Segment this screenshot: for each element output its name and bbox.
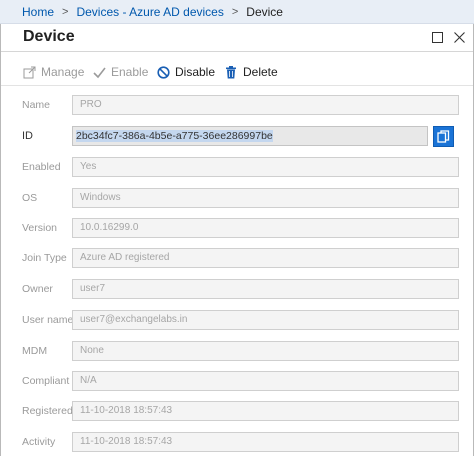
enabled-field: Yes (72, 157, 459, 177)
blade-header: Device (1, 24, 473, 52)
copy-icon (437, 130, 450, 143)
enable-label: Enable (111, 65, 149, 79)
field-label-join-type: Join Type (22, 252, 67, 264)
manage-button[interactable]: Manage (22, 65, 84, 79)
breadcrumb: Home > Devices - Azure AD devices > Devi… (0, 0, 474, 24)
activity-field: 11-10-2018 18:57:43 (72, 432, 459, 452)
field-row-user-name: User name user7@exchangelabs.in (0, 310, 474, 332)
field-row-owner: Owner user7 (0, 279, 474, 301)
name-field: PRO (72, 95, 459, 115)
breadcrumb-separator: > (62, 5, 69, 18)
maximize-icon (431, 31, 443, 43)
checkmark-icon (92, 65, 106, 79)
copy-button[interactable] (433, 126, 454, 147)
breadcrumb-home-link[interactable]: Home (22, 5, 54, 19)
external-link-icon (22, 65, 36, 79)
field-label-version: Version (22, 222, 58, 234)
field-row-enabled: Enabled Yes (0, 157, 474, 179)
breadcrumb-devices-link[interactable]: Devices - Azure AD devices (76, 5, 223, 19)
page-title: Device (23, 28, 75, 45)
field-label-user-name: User name (22, 314, 74, 326)
user-name-field: user7@exchangelabs.in (72, 310, 459, 330)
join-type-field: Azure AD registered (72, 248, 459, 268)
field-row-compliant: Compliant N/A (0, 371, 474, 393)
field-label-owner: Owner (22, 283, 53, 295)
field-row-os: OS Windows (0, 188, 474, 210)
close-button[interactable] (451, 29, 467, 45)
maximize-button[interactable] (429, 29, 445, 45)
id-field[interactable]: 2bc34fc7-386a-4b5e-a775-36ee286997be (72, 126, 428, 146)
delete-button[interactable]: Delete (224, 65, 278, 79)
delete-label: Delete (243, 65, 278, 79)
field-row-name: Name PRO (0, 95, 474, 117)
field-label-mdm: MDM (22, 345, 48, 357)
enable-button[interactable]: Enable (92, 65, 148, 79)
field-row-version: Version 10.0.16299.0 (0, 218, 474, 240)
manage-label: Manage (41, 65, 85, 79)
field-row-id: ID 2bc34fc7-386a-4b5e-a775-36ee286997be (0, 126, 474, 148)
compliant-field: N/A (72, 371, 459, 391)
breadcrumb-current: Device (246, 4, 283, 19)
registered-field: 11-10-2018 18:57:43 (72, 401, 459, 421)
command-bar: Manage Enable Disable Delete (1, 60, 473, 86)
field-label-activity: Activity (22, 436, 56, 448)
field-row-join-type: Join Type Azure AD registered (0, 248, 474, 270)
field-label-enabled: Enabled (22, 161, 61, 173)
field-label-name: Name (22, 99, 51, 111)
disable-label: Disable (175, 65, 216, 79)
field-label-registered: Registered (22, 405, 73, 417)
mdm-field: None (72, 341, 459, 361)
id-value: 2bc34fc7-386a-4b5e-a775-36ee286997be (76, 130, 273, 142)
block-icon (156, 65, 170, 79)
disable-button[interactable]: Disable (156, 65, 215, 79)
field-row-mdm: MDM None (0, 341, 474, 363)
breadcrumb-separator: > (231, 5, 239, 18)
field-label-os: OS (22, 192, 38, 204)
os-field: Windows (72, 188, 459, 208)
version-field: 10.0.16299.0 (72, 218, 459, 238)
field-label-id: ID (22, 130, 33, 142)
field-row-registered: Registered 11-10-2018 18:57:43 (0, 401, 474, 423)
field-label-compliant: Compliant (22, 375, 70, 387)
field-row-activity: Activity 11-10-2018 18:57:43 (0, 432, 474, 454)
close-icon (453, 31, 465, 43)
trash-icon (224, 65, 238, 79)
owner-field: user7 (72, 279, 459, 299)
